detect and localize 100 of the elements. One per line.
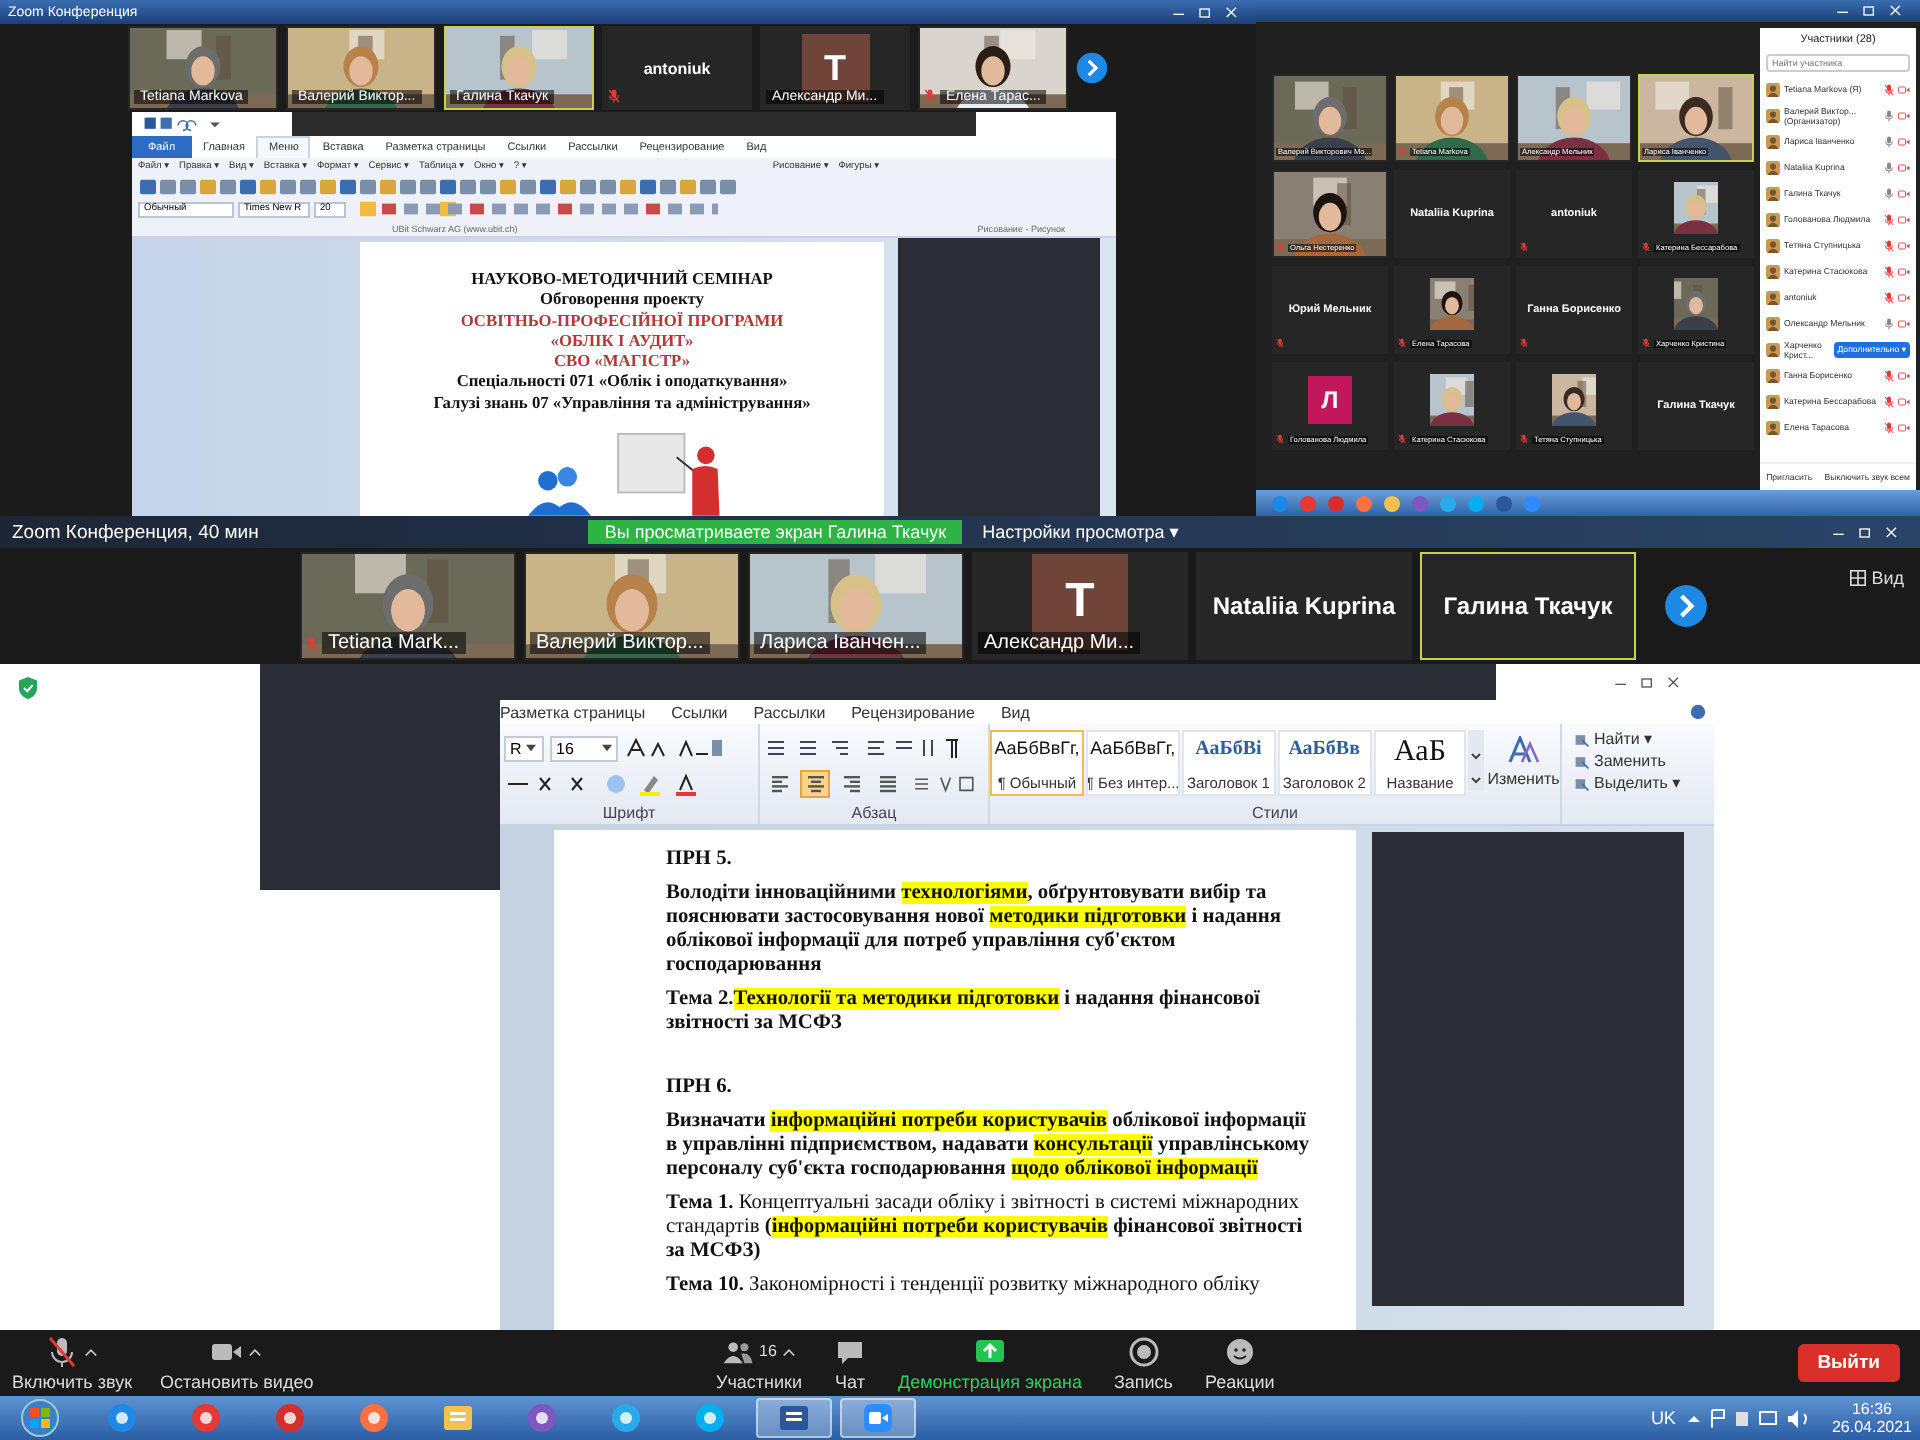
toolbar-button[interactable]: Остановить видео (160, 1335, 314, 1391)
editing-button[interactable]: Выделить ▾ (1574, 774, 1714, 792)
avatar-icon (1766, 107, 1780, 123)
caret-icon[interactable] (782, 1345, 797, 1357)
avatar-icon (1766, 185, 1780, 201)
document-heading: Обговорення проекту (540, 290, 704, 311)
toolbar-button[interactable]: Реакции (1205, 1335, 1275, 1391)
sharing-banner: Вы просматриваете экран Галина Ткачук (588, 520, 963, 544)
toolbar-icons-drawing[interactable] (138, 178, 738, 196)
toolbar-button[interactable]: Включить звук (12, 1335, 133, 1391)
participant-count: 16 (759, 1342, 777, 1360)
avatar-icon (1766, 237, 1780, 253)
ribbon-tab[interactable]: Рецензирование (851, 703, 975, 721)
camera-icon[interactable] (1898, 241, 1910, 249)
camera-icon[interactable] (1898, 215, 1910, 223)
edit-icon (1574, 753, 1590, 769)
mic-icon[interactable] (1884, 317, 1894, 329)
mic-icon[interactable] (1884, 161, 1894, 173)
taskbar-app[interactable] (756, 1398, 832, 1438)
video-tile[interactable]: T Александр Ми... (972, 552, 1188, 660)
camera-icon[interactable] (1898, 371, 1910, 379)
formatting-icons-drawing[interactable] (358, 200, 718, 218)
caret-icon[interactable] (248, 1345, 263, 1357)
muted-mic-icon[interactable] (1884, 213, 1894, 225)
mic-icon[interactable] (1884, 187, 1894, 199)
font-field[interactable]: R (504, 735, 544, 761)
document-heading: «ОБЛІК І АУДИТ» (550, 331, 694, 353)
clock-time: 16:36 (1851, 1400, 1892, 1418)
muted-mic-icon[interactable] (1884, 239, 1894, 251)
change-styles-button[interactable]: Изменить (1486, 730, 1561, 788)
muted-mic-icon[interactable] (1884, 369, 1894, 381)
document-heading: Спеціальності 071 «Облік і оподаткування» (456, 372, 788, 394)
avatar-icon (1766, 263, 1780, 279)
view-button[interactable]: Вид (1849, 568, 1904, 588)
dropdown-icon[interactable] (602, 744, 612, 752)
shield-icon[interactable] (18, 676, 38, 700)
participant-name: Александр Ми... (978, 632, 1141, 654)
size-field[interactable]: 16 (550, 735, 618, 761)
group-label: Шрифт (600, 804, 658, 822)
camera-icon[interactable] (1898, 293, 1910, 301)
group-label: Абзац (849, 804, 899, 822)
spacing-icons-drawing[interactable] (912, 772, 976, 796)
dropdown-icon[interactable] (525, 744, 536, 752)
camera-icon[interactable] (1898, 189, 1910, 197)
muted-mic-icon[interactable] (1884, 83, 1894, 95)
video-tile[interactable]: Лариса Іванчен... (748, 552, 964, 660)
avatar-icon (1766, 159, 1780, 175)
avatar-icon (1766, 211, 1780, 227)
language-indicator[interactable]: UK (1650, 1408, 1676, 1428)
gallery-scroll-icon[interactable] (1468, 730, 1485, 790)
toolbar-button[interactable]: Запись (1113, 1335, 1173, 1391)
app-icon (862, 1402, 894, 1434)
camera-icon[interactable] (1898, 267, 1910, 275)
ribbon-tab[interactable]: Рассылки (753, 703, 826, 721)
paragraph: Тема 1. Концептуальні засади обліку і звітності в системі міжнародних стандартів (інформаційні потреби користувачів фінансової звітності за МСФЗ) (666, 1192, 1305, 1264)
video-tile[interactable]: Tetiana Mark... (300, 552, 516, 660)
video-tile[interactable]: antoniuk (602, 26, 752, 110)
app-icon (526, 1402, 558, 1434)
camera-icon[interactable] (1898, 163, 1910, 171)
grid-icon (1849, 570, 1866, 586)
ribbon-tab[interactable]: Ссылки (671, 703, 728, 721)
help-icon[interactable] (1690, 704, 1706, 720)
align-button[interactable] (800, 770, 830, 798)
muted-mic-icon[interactable] (1884, 395, 1894, 407)
mic-icon[interactable] (1884, 109, 1894, 121)
camera-icon[interactable] (1898, 85, 1910, 93)
toolbar-button[interactable]: 16 Участники (716, 1335, 802, 1391)
video-tile[interactable]: Галина Ткачук (1420, 552, 1636, 660)
toolbar-button[interactable]: Чат (834, 1335, 866, 1391)
camera-icon[interactable] (1898, 319, 1910, 327)
editing-button[interactable]: Заменить (1574, 752, 1714, 770)
editing-button[interactable]: Найти ▾ (1574, 730, 1714, 748)
camera-icon[interactable] (1898, 137, 1910, 145)
app-icon (274, 1402, 306, 1434)
camera-icon[interactable] (1898, 423, 1910, 431)
window-title: Zoom Конференция, 40 мин (12, 521, 259, 543)
share-screen-icon (973, 1335, 1006, 1367)
camera-icon[interactable] (1898, 111, 1910, 119)
toolbar-button[interactable]: Демонстрация экрана (898, 1335, 1082, 1391)
ribbon-tab[interactable]: Вид (1000, 703, 1030, 721)
next-page-icon[interactable] (1076, 52, 1108, 84)
mic-icon[interactable] (1884, 135, 1894, 147)
start-button[interactable] (20, 1398, 60, 1438)
caret-icon[interactable] (84, 1345, 99, 1357)
camera-icon[interactable] (1898, 397, 1910, 405)
app-icon (106, 1402, 138, 1434)
muted-mic-icon[interactable] (1884, 291, 1894, 303)
view-settings-button[interactable]: Настройки просмотра ▾ (982, 521, 1179, 543)
muted-mic-icon[interactable] (1884, 421, 1894, 433)
font-size-icons-drawing[interactable] (624, 736, 724, 760)
ribbon-tab[interactable]: Разметка страницы (500, 703, 646, 721)
leave-button[interactable]: Выйти (1797, 1344, 1900, 1382)
muted-mic-icon[interactable] (1884, 265, 1894, 277)
taskbar-app[interactable] (840, 1398, 916, 1438)
document-heading: ОСВІТНЬО-ПРОФЕСІЙНОЇ ПРОГРАМИ (460, 311, 784, 332)
list-icons-drawing[interactable] (764, 736, 964, 760)
video-tile[interactable]: Валерий Виктор... (524, 552, 740, 660)
style-sample: АаБбВі (1195, 738, 1262, 760)
next-page-icon[interactable] (1664, 584, 1708, 628)
video-tile[interactable]: Nataliia Kuprina (1196, 552, 1412, 660)
